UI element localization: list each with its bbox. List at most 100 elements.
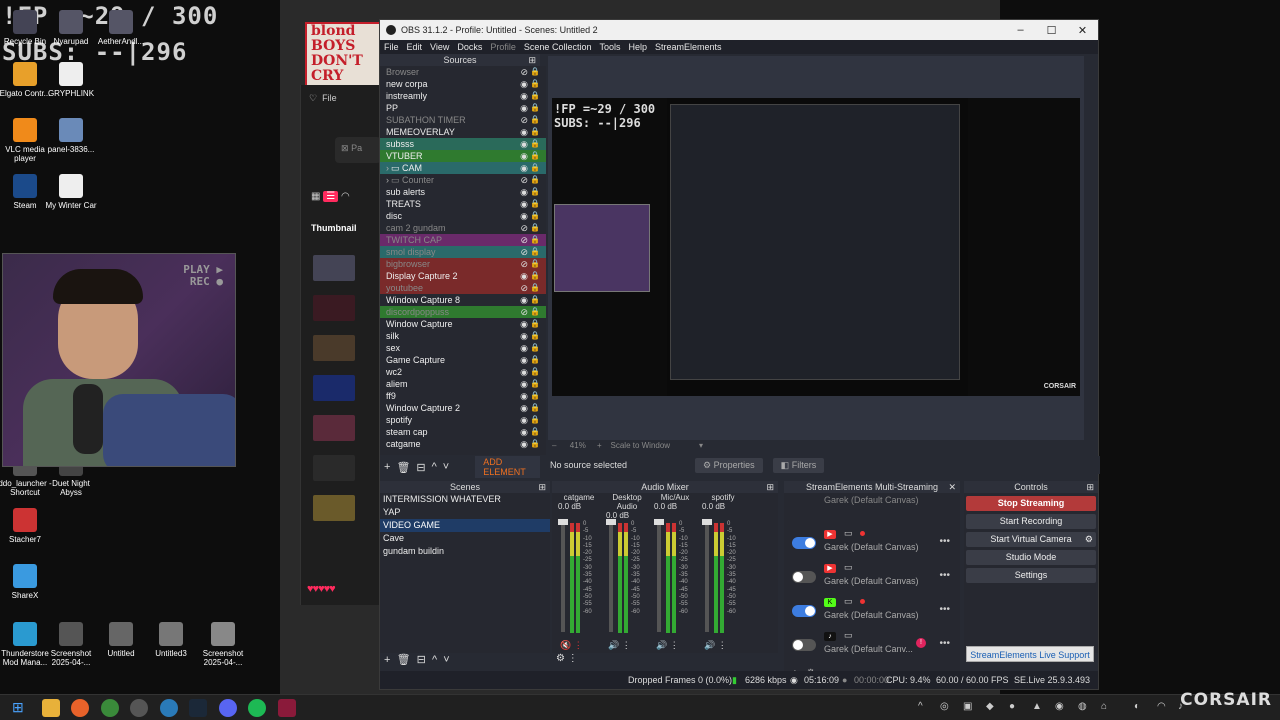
source-row[interactable]: › ▭ Counter ⊘ 🔒 <box>380 174 546 186</box>
eye-icon[interactable]: ◉ <box>520 270 528 282</box>
source-row[interactable]: youtubee ⊘ 🔒 <box>380 282 546 294</box>
source-row[interactable]: Browser ⊘ 🔒 <box>380 66 546 78</box>
source-row[interactable]: Window Capture 2 ◉ 🔒 <box>380 402 546 414</box>
thumbnail-image[interactable] <box>313 335 355 361</box>
menu-streamelements[interactable]: StreamElements <box>655 42 722 52</box>
live-support-button[interactable]: StreamElements Live Support <box>966 646 1094 662</box>
obs-titlebar[interactable]: OBS 31.1.2 - Profile: Untitled - Scenes:… <box>380 20 1098 40</box>
source-row[interactable]: Window Capture 8 ◉ 🔒 <box>380 294 546 306</box>
source-row[interactable]: Display Capture 2 ◉ 🔒 <box>380 270 546 282</box>
add-source-icon[interactable]: + <box>384 461 390 473</box>
eye-hidden-icon[interactable]: ⊘ <box>520 234 528 246</box>
source-row[interactable]: cam 2 gundam ⊘ 🔒 <box>380 222 546 234</box>
eye-icon[interactable]: ◉ <box>520 366 528 378</box>
eye-icon[interactable]: ◉ <box>520 126 528 138</box>
volume-fader[interactable] <box>561 519 565 632</box>
steam-taskbar-icon[interactable] <box>189 699 207 717</box>
eye-icon[interactable]: ◉ <box>520 354 528 366</box>
eye-icon[interactable]: ◉ <box>520 162 528 174</box>
tray-icon[interactable]: ▲ <box>1032 701 1042 712</box>
scale-dropdown[interactable]: Scale to Window <box>611 441 671 450</box>
menu-docks[interactable]: Docks <box>457 42 482 52</box>
app-taskbar-icon[interactable] <box>278 699 296 717</box>
c-app-icon[interactable] <box>160 699 178 717</box>
menu-file[interactable]: File <box>384 42 399 52</box>
source-row[interactable]: PP ◉ 🔒 <box>380 102 546 114</box>
mixer-settings-icon[interactable]: ⚙ <box>556 653 565 664</box>
lock-icon[interactable]: 🔒 <box>530 366 540 378</box>
source-row[interactable]: SUBATHON TIMER ⊘ 🔒 <box>380 114 546 126</box>
eye-hidden-icon[interactable]: ⊘ <box>520 174 528 186</box>
lock-icon[interactable]: 🔒 <box>530 306 540 318</box>
lock-icon[interactable]: 🔒 <box>530 102 540 114</box>
lock-icon[interactable]: 🔒 <box>530 270 540 282</box>
scene-row[interactable]: Cave <box>380 532 550 545</box>
tray-icon[interactable]: ● <box>1009 701 1015 712</box>
expand-caret-icon[interactable]: › <box>386 175 389 185</box>
move-down-icon[interactable]: ˅ <box>443 654 449 666</box>
lock-icon[interactable]: 🔒 <box>530 378 540 390</box>
move-up-icon[interactable]: ^ <box>432 654 437 666</box>
stream-toggle[interactable] <box>792 639 816 651</box>
properties-button[interactable]: ⚙ Properties <box>695 457 763 473</box>
lock-icon[interactable]: 🔒 <box>530 294 540 306</box>
thumbnail-tab[interactable]: Thumbnail <box>311 223 357 233</box>
stream-toggle[interactable] <box>792 537 816 549</box>
source-row[interactable]: disc ◉ 🔒 <box>380 210 546 222</box>
eye-icon[interactable]: ◉ <box>520 426 528 438</box>
eye-hidden-icon[interactable]: ⊘ <box>520 114 528 126</box>
eye-icon[interactable]: ◉ <box>520 330 528 342</box>
source-row[interactable]: MEMEOVERLAY ◉ 🔒 <box>380 126 546 138</box>
lock-icon[interactable]: 🔒 <box>530 318 540 330</box>
menu-profile[interactable]: Profile <box>490 42 516 52</box>
lock-icon[interactable]: 🔒 <box>530 222 540 234</box>
dock-float-icon[interactable]: ⊞ <box>528 54 536 66</box>
more-options-icon[interactable]: ••• <box>939 570 950 581</box>
scene-row[interactable]: INTERMISSION WHATEVER <box>380 493 550 506</box>
studio-mode-button[interactable]: Studio Mode <box>966 550 1096 565</box>
speaker-icon[interactable]: 🔊 ⋮ <box>656 640 679 651</box>
eye-hidden-icon[interactable]: ⊘ <box>520 306 528 318</box>
eye-hidden-icon[interactable]: ⊘ <box>520 282 528 294</box>
properties-icon[interactable]: ⊟ <box>416 461 425 474</box>
view-toggle[interactable]: ▦ ☰ ◠ <box>311 191 350 202</box>
lock-icon[interactable]: 🔒 <box>530 66 540 78</box>
lock-icon[interactable]: 🔒 <box>530 78 540 90</box>
eye-icon[interactable]: ◉ <box>520 318 528 330</box>
eye-icon[interactable]: ◉ <box>520 198 528 210</box>
scene-row[interactable]: VIDEO GAME <box>380 519 550 532</box>
desktop-icon[interactable]: Screenshot 2025-04-... <box>193 622 253 667</box>
source-row[interactable]: silk ◉ 🔒 <box>380 330 546 342</box>
dock-float-icon[interactable]: ⊞ <box>766 481 774 493</box>
fader-handle[interactable] <box>558 519 568 525</box>
lock-icon[interactable]: 🔒 <box>530 186 540 198</box>
expand-caret-icon[interactable]: › <box>386 163 389 173</box>
source-row[interactable]: steam cap ◉ 🔒 <box>380 426 546 438</box>
lock-icon[interactable]: 🔒 <box>530 414 540 426</box>
source-row[interactable]: sub alerts ◉ 🔒 <box>380 186 546 198</box>
maximize-icon[interactable]: ☐ <box>1036 24 1067 37</box>
scene-row[interactable]: gundam buildin <box>380 545 550 558</box>
menu-tools[interactable]: Tools <box>599 42 620 52</box>
gear-icon[interactable]: ⚙ <box>1085 532 1093 547</box>
filters-button[interactable]: ◧ Filters <box>772 457 825 473</box>
lock-icon[interactable]: 🔒 <box>530 234 540 246</box>
source-row[interactable]: catgame ◉ 🔒 <box>380 438 546 450</box>
volume-fader[interactable] <box>705 519 709 632</box>
menu-edit[interactable]: Edit <box>407 42 423 52</box>
wifi-icon[interactable]: ◠ <box>1157 701 1166 712</box>
lock-icon[interactable]: 🔒 <box>530 402 540 414</box>
start-recording-button[interactable]: Start Recording <box>966 514 1096 529</box>
eye-icon[interactable]: ◉ <box>520 90 528 102</box>
desktop-icon[interactable]: My Winter Car <box>41 174 101 210</box>
add-element-button[interactable]: ADD ELEMENT <box>475 456 540 478</box>
source-row[interactable]: subsss ◉ 🔒 <box>380 138 546 150</box>
move-down-icon[interactable]: ˅ <box>443 461 449 473</box>
obs-taskbar-icon[interactable] <box>130 699 148 717</box>
chrome-icon[interactable] <box>101 699 119 717</box>
lock-icon[interactable]: 🔒 <box>530 174 540 186</box>
lock-icon[interactable]: 🔒 <box>530 246 540 258</box>
minimize-icon[interactable]: – <box>1005 24 1036 37</box>
eye-hidden-icon[interactable]: ⊘ <box>520 66 528 78</box>
more-options-icon[interactable]: ••• <box>939 604 950 615</box>
